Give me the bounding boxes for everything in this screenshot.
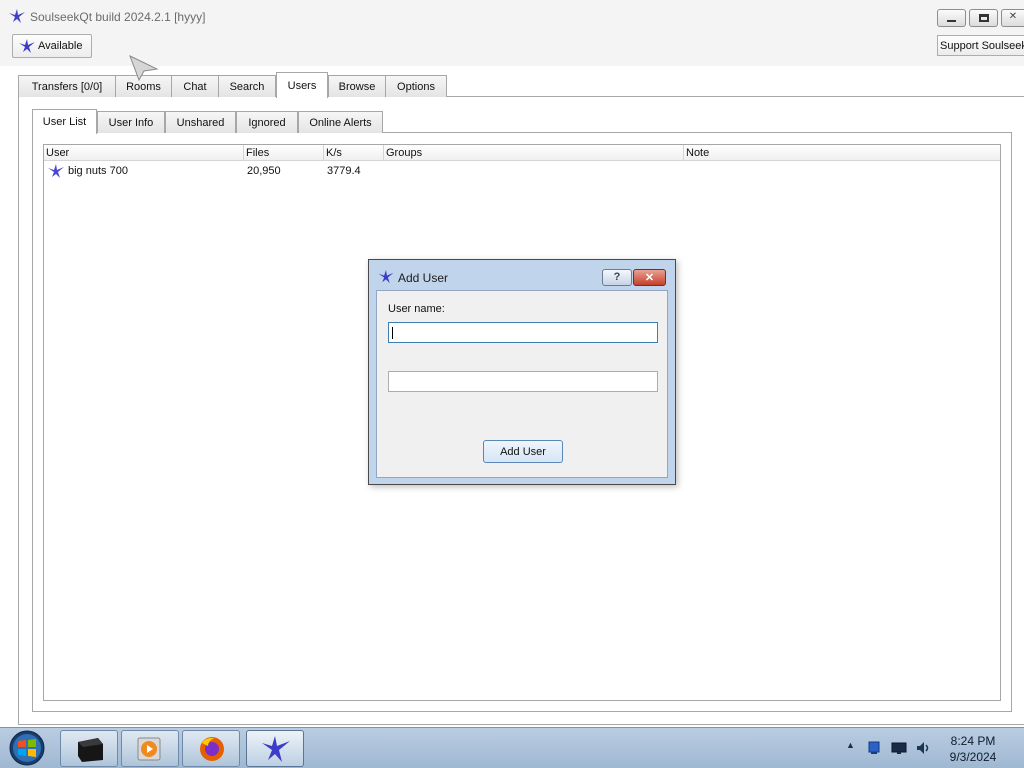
tab-label: Users	[287, 80, 317, 92]
tab-label: Rooms	[126, 81, 161, 93]
column-label: Groups	[386, 147, 423, 159]
soulseek-icon	[262, 736, 290, 762]
tab-label: Transfers [0/0]	[31, 81, 103, 93]
subtab-user-info[interactable]: User Info	[97, 111, 165, 133]
dialog-title: Add User	[398, 271, 449, 285]
column-label: K/s	[326, 147, 342, 159]
close-icon: ✕	[1008, 11, 1018, 22]
taskbar-firefox[interactable]	[182, 730, 240, 767]
clock-time: 8:24 PM	[950, 734, 996, 748]
second-input[interactable]	[388, 371, 658, 392]
maximize-button[interactable]	[969, 9, 998, 27]
clock-date: 9/3/2024	[949, 750, 997, 764]
start-orb-icon[interactable]	[7, 730, 47, 766]
text-caret	[392, 327, 393, 339]
column-label: Note	[686, 147, 710, 159]
cell-user: big nuts 700	[68, 165, 128, 177]
column-header-groups[interactable]: Groups	[384, 145, 684, 161]
add-user-button[interactable]: Add User	[483, 440, 563, 463]
tab-label: Search	[229, 81, 265, 93]
question-mark-icon: ?	[613, 271, 621, 283]
status-label: Available	[38, 40, 83, 52]
subtab-label: User Info	[108, 117, 154, 129]
tab-chat[interactable]: Chat	[171, 75, 219, 97]
soulseek-bird-icon	[19, 39, 35, 53]
dialog-body: User name: Add User	[376, 290, 668, 478]
taskbar-soulseek[interactable]	[246, 730, 304, 767]
subtab-unshared[interactable]: Unshared	[165, 111, 236, 133]
clock[interactable]: 8:24 PM 9/3/2024	[940, 733, 1006, 765]
volume-icon[interactable]	[915, 740, 931, 756]
column-label: User	[46, 147, 70, 159]
tab-transfers[interactable]: Transfers [0/0]	[18, 75, 116, 97]
support-label: Support Soulseek	[940, 40, 1024, 52]
subtab-label: Ignored	[248, 117, 286, 129]
cell-files: 20,950	[247, 165, 281, 177]
mouse-cursor-icon	[129, 55, 159, 81]
close-icon: ✕	[644, 272, 655, 284]
tab-label: Options	[397, 81, 435, 93]
taskbar-media-player[interactable]	[121, 730, 179, 767]
taskbar: ▲ 8:24 PM 9/3/2024	[0, 727, 1024, 768]
subtab-label: User List	[42, 116, 87, 128]
add-user-button-label: Add User	[500, 446, 546, 458]
dialog-help-button[interactable]: ?	[602, 269, 632, 286]
subtab-online-alerts[interactable]: Online Alerts	[298, 111, 383, 133]
add-user-dialog[interactable]: Add User ? ✕ User name: Add User	[368, 259, 676, 485]
soulseek-bird-icon	[378, 269, 394, 284]
status-button[interactable]: Available	[12, 34, 92, 58]
soulseek-bird-icon	[9, 9, 25, 23]
firefox-icon	[200, 737, 224, 761]
close-button[interactable]: ✕	[1001, 9, 1024, 27]
maximize-icon	[979, 14, 989, 22]
column-header-files[interactable]: Files	[244, 145, 324, 161]
window-title: SoulseekQt build 2024.2.1 [hyyy]	[30, 10, 206, 24]
display-icon[interactable]	[891, 740, 907, 756]
tab-label: Browse	[338, 81, 376, 93]
tab-label: Chat	[183, 81, 207, 93]
table-header: User Files K/s Groups Note	[44, 145, 1000, 161]
soulseek-bird-icon	[48, 164, 64, 178]
table-row[interactable]: big nuts 700 20,950 3779.4	[44, 162, 1000, 180]
tab-options[interactable]: Options	[385, 75, 447, 97]
minimize-button[interactable]	[937, 9, 966, 27]
show-hidden-icons-arrow[interactable]: ▲	[846, 740, 855, 750]
tab-users[interactable]: Users	[276, 72, 328, 98]
app-window-icon	[78, 738, 103, 762]
subtab-ignored[interactable]: Ignored	[236, 111, 298, 133]
column-header-speed[interactable]: K/s	[324, 145, 384, 161]
subtab-label: Online Alerts	[309, 117, 372, 129]
username-label: User name:	[388, 303, 445, 315]
subtab-label: Unshared	[176, 117, 225, 129]
column-label: Files	[246, 147, 270, 159]
network-icon[interactable]	[866, 740, 882, 756]
tab-browse[interactable]: Browse	[328, 75, 386, 97]
cell-speed: 3779.4	[327, 165, 361, 177]
minimize-icon	[947, 20, 956, 22]
username-input[interactable]	[388, 322, 658, 343]
subtab-user-list[interactable]: User List	[32, 109, 97, 134]
media-player-icon	[137, 737, 161, 761]
support-soulseek-button[interactable]: Support Soulseek	[937, 35, 1024, 56]
column-header-note[interactable]: Note	[684, 145, 1000, 161]
tab-search[interactable]: Search	[218, 75, 276, 97]
taskbar-app-window[interactable]	[60, 730, 118, 767]
dialog-close-button[interactable]: ✕	[633, 269, 666, 286]
window-titlebar[interactable]: SoulseekQt build 2024.2.1 [hyyy] ✕	[0, 0, 1024, 31]
column-header-user[interactable]: User	[44, 145, 244, 161]
